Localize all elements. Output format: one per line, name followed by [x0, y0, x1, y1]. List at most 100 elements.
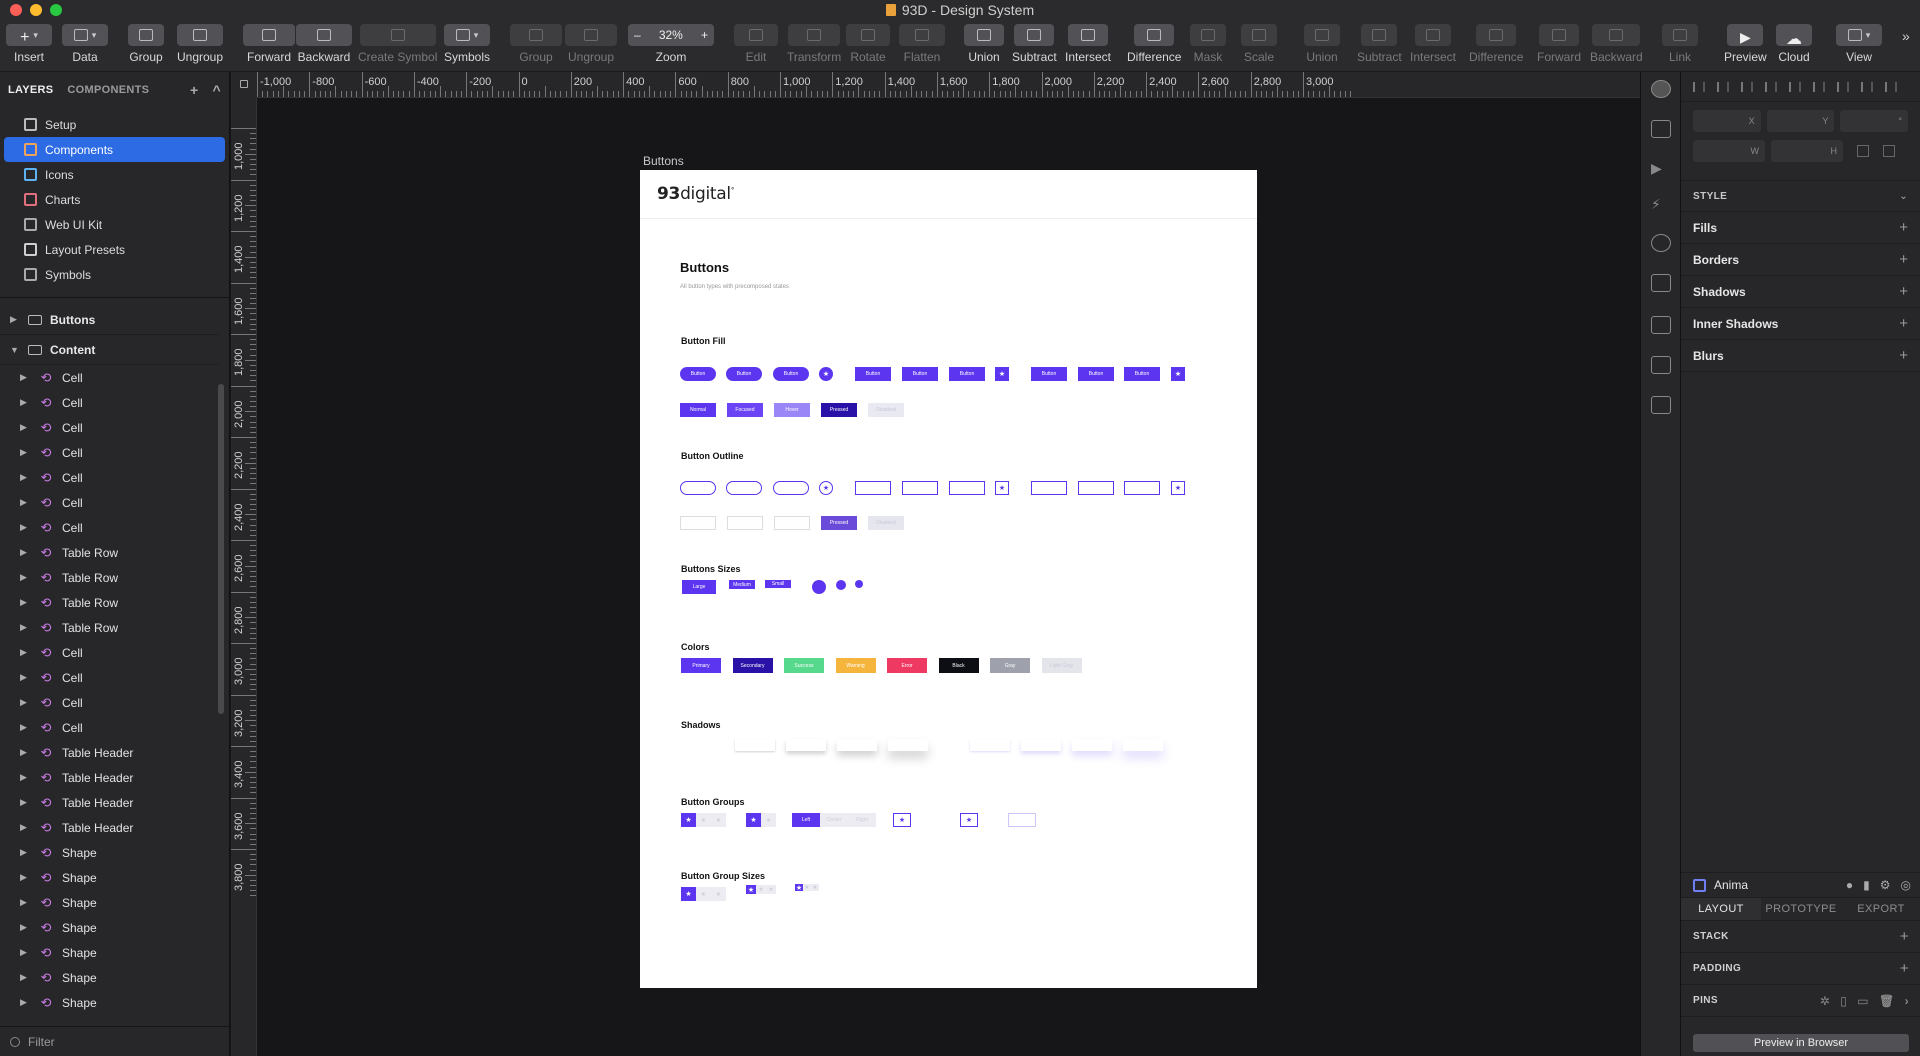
triangle-right-icon[interactable]: ▶ — [20, 972, 30, 983]
record-icon[interactable]: ● — [1846, 878, 1853, 892]
style-fills-row[interactable]: Fills + — [1681, 212, 1920, 244]
canvas[interactable]: -1,000 -800 -600 -400 -200 0 200 400 600 800 1,000… — [231, 72, 1640, 1056]
outline-button-sample[interactable] — [1031, 481, 1067, 495]
button-group-segment[interactable]: ★ — [746, 813, 761, 827]
triangle-right-icon[interactable]: ▶ — [20, 947, 30, 958]
vertical-ruler[interactable]: 1,000 1,200 1,400 1,600 1,800 2,000 2,200 2,400… — [231, 98, 257, 1056]
button-sample[interactable]: Disabled — [868, 403, 904, 417]
triangle-right-icon[interactable]: ▶ — [20, 722, 30, 733]
layer-item[interactable]: ▶ ⟲ Shape — [0, 865, 218, 890]
triangle-right-icon[interactable]: ▶ — [20, 447, 30, 458]
page-item-setup[interactable]: Setup — [4, 112, 225, 137]
triangle-right-icon[interactable]: ▶ — [20, 847, 30, 858]
anima-stack-row[interactable]: STACK + — [1681, 921, 1920, 953]
layer-item[interactable]: ▶ ⟲ Shape — [0, 915, 218, 940]
y-field[interactable]: Y — [1766, 110, 1835, 132]
add-fills-button[interactable]: + — [1899, 219, 1908, 236]
button-group-segment[interactable]: ★ — [761, 813, 776, 827]
pin-vertical-icon[interactable]: ▯ — [1840, 994, 1847, 1008]
layer-item[interactable]: ▶ ⟲ Table Row — [0, 590, 218, 615]
button-sample[interactable]: Center — [820, 813, 848, 827]
triangle-right-icon[interactable]: ▶ — [20, 822, 30, 833]
trash-icon[interactable]: 🗑 — [1879, 994, 1895, 1008]
button-sample[interactable]: Disabled — [868, 516, 904, 530]
button-sample[interactable]: Light Gray — [1041, 658, 1082, 673]
add-page-button[interactable]: + — [190, 82, 198, 98]
triangle-right-icon[interactable]: ▶ — [20, 747, 30, 758]
button-sample[interactable]: Button — [726, 367, 762, 381]
toolbar-preview-button[interactable]: ▶ — [1727, 24, 1764, 46]
button-sample[interactable]: Primary — [681, 658, 721, 673]
button-sample[interactable]: Button — [949, 367, 985, 381]
distribute-h-icon[interactable] — [1837, 81, 1849, 92]
list-icon[interactable] — [1651, 274, 1671, 292]
button-group-segment[interactable]: ★ — [766, 885, 776, 894]
button-sample[interactable]: Small — [765, 580, 791, 588]
outline-button-sample[interactable] — [1078, 481, 1114, 495]
layer-filter[interactable]: Filter — [0, 1026, 230, 1056]
align-center-icon[interactable] — [1717, 81, 1729, 92]
align-middle-icon[interactable] — [1789, 81, 1801, 92]
triangle-right-icon[interactable]: ▶ — [20, 397, 30, 408]
flip-vertical-icon[interactable] — [1883, 145, 1895, 157]
toolbar-symbols-button[interactable]: ▾ — [444, 24, 490, 46]
triangle-right-icon[interactable]: ▶ — [20, 922, 30, 933]
toolbar-group-button[interactable] — [128, 24, 164, 46]
button-sample[interactable]: Right — [848, 813, 876, 827]
layer-group-content[interactable]: ▼ Content — [0, 335, 218, 365]
layers-scrollbar[interactable] — [218, 384, 224, 714]
add-stack-button[interactable]: + — [1900, 928, 1909, 945]
outline-state-sample[interactable] — [680, 516, 716, 530]
layer-item[interactable]: ▶ ⟲ Cell — [0, 490, 218, 515]
outline-state-sample[interactable] — [727, 516, 763, 530]
tab-export[interactable]: EXPORT — [1841, 898, 1920, 920]
outline-group-segment[interactable] — [911, 813, 925, 827]
triangle-right-icon[interactable]: ▶ — [20, 522, 30, 533]
add-padding-button[interactable]: + — [1900, 960, 1909, 977]
triangle-down-icon[interactable]: ▼ — [10, 345, 20, 355]
layer-item[interactable]: ▶ ⟲ Cell — [0, 665, 218, 690]
outline-group-star[interactable]: ★ — [893, 813, 911, 827]
add-borders-button[interactable]: + — [1899, 251, 1908, 268]
button-sample[interactable]: Left — [792, 813, 820, 827]
gear-icon[interactable]: ⚙ — [1880, 878, 1891, 892]
toolbar-intersect-button[interactable] — [1068, 24, 1109, 46]
shadow-sample[interactable] — [1021, 739, 1061, 751]
sidebar-icon[interactable]: ▮ — [1863, 878, 1870, 892]
button-group-segment[interactable]: ★ — [746, 885, 756, 894]
star-icon-button[interactable]: ★ — [819, 367, 833, 381]
triangle-right-icon[interactable]: ▶ — [20, 872, 30, 883]
add-inner-shadows-button[interactable]: + — [1899, 315, 1908, 332]
button-group-segment[interactable]: ★ — [795, 884, 803, 891]
page-item-layout-presets[interactable]: Layout Presets — [4, 237, 225, 262]
layer-item[interactable]: ▶ ⟲ Cell — [0, 365, 218, 390]
hexagon-icon[interactable] — [1651, 234, 1671, 252]
layer-item[interactable]: ▶ ⟲ Shape — [0, 940, 218, 965]
toolbar-edit-button[interactable] — [734, 24, 778, 46]
layer-item[interactable]: ▶ ⟲ Cell — [0, 715, 218, 740]
outline-group-star[interactable]: ★ — [960, 813, 978, 827]
round-size-sample[interactable] — [836, 580, 846, 590]
toolbar-forward-button[interactable] — [243, 24, 295, 46]
align-left-icon[interactable] — [1693, 81, 1705, 92]
triangle-right-icon[interactable]: ▶ — [20, 572, 30, 583]
toolbar-intersect-button[interactable] — [1415, 24, 1452, 46]
button-sample[interactable]: Black — [938, 658, 979, 673]
toolbar-ungroup-button[interactable] — [565, 24, 617, 46]
shadow-sample[interactable] — [837, 739, 877, 751]
button-group-segment[interactable]: ★ — [681, 813, 696, 827]
outline-button-sample[interactable] — [949, 481, 985, 495]
triangle-right-icon[interactable]: ▶ — [20, 597, 30, 608]
outline-button-sample[interactable] — [855, 481, 891, 495]
outline-button-sample[interactable] — [902, 481, 938, 495]
outline-group-segment[interactable] — [925, 813, 939, 827]
page-item-components[interactable]: Components — [4, 137, 225, 162]
outline-button-sample[interactable]: ★ — [1171, 481, 1185, 495]
toolbar-overflow-button[interactable]: » — [1902, 28, 1910, 44]
toolbar-insert-button[interactable]: + ▾ — [6, 24, 52, 46]
anima-pins-row[interactable]: PINS ✲ ▯ ▭ 🗑 › — [1681, 985, 1920, 1017]
outline-button-sample[interactable] — [726, 481, 762, 495]
layer-item[interactable]: ▶ ⟲ Table Row — [0, 615, 218, 640]
outline-button-sample[interactable] — [1124, 481, 1160, 495]
outline-button-sample[interactable] — [680, 481, 716, 495]
